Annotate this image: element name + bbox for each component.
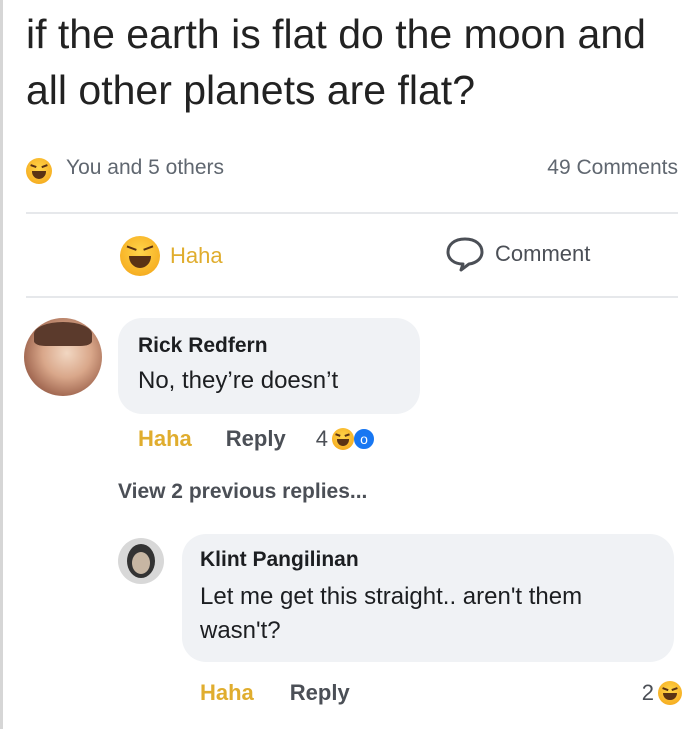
view-previous-replies[interactable]: View 2 previous replies...: [118, 480, 367, 504]
comment-bubble: Rick Redfern No, they’re doesn’t: [118, 318, 420, 414]
reply-link[interactable]: Reply: [290, 680, 350, 706]
haha-emoji-icon: [331, 428, 354, 450]
haha-emoji-icon: [120, 236, 160, 276]
reaction-count-value: 4: [315, 426, 328, 451]
post-text: if the earth is flat do the moon and all…: [26, 11, 646, 113]
comment-button[interactable]: Comment: [445, 236, 590, 272]
comment-author[interactable]: Rick Redfern: [138, 334, 268, 358]
comment-author[interactable]: Klint Pangilinan: [200, 548, 359, 572]
reaction-count-value: 2: [641, 680, 654, 705]
haha-button[interactable]: Haha: [120, 236, 223, 276]
reaction-count[interactable]: 2: [642, 680, 682, 706]
comment-actions: Haha Reply 4 o: [138, 426, 376, 452]
comment-actions: Haha Reply: [200, 680, 350, 706]
comment-bubble-icon: [446, 237, 484, 272]
haha-emoji-icon: [658, 681, 682, 705]
reactors-text[interactable]: You and 5 others: [66, 156, 224, 180]
left-border: [0, 0, 3, 729]
avatar[interactable]: [118, 538, 164, 584]
haha-link[interactable]: Haha: [200, 680, 254, 706]
comment-text: No, they’re doesn’t: [138, 367, 339, 394]
reaction-count[interactable]: 4 o: [316, 426, 376, 452]
comment-bubble: Klint Pangilinan Let me get this straigh…: [182, 534, 674, 662]
reply-link[interactable]: Reply: [226, 426, 286, 452]
divider: [26, 296, 678, 298]
avatar[interactable]: [24, 318, 102, 396]
divider: [26, 212, 678, 214]
haha-emoji-icon: [26, 158, 52, 184]
comments-count[interactable]: 49 Comments: [547, 156, 678, 180]
haha-label: Haha: [170, 243, 223, 268]
comment-text: Let me get this straight.. aren't them w…: [200, 583, 583, 644]
haha-link[interactable]: Haha: [138, 426, 192, 452]
comment-label: Comment: [495, 241, 591, 266]
wow-emoji-icon: o: [351, 427, 376, 451]
reaction-summary[interactable]: You and 5 others 49 Comments: [26, 152, 678, 192]
